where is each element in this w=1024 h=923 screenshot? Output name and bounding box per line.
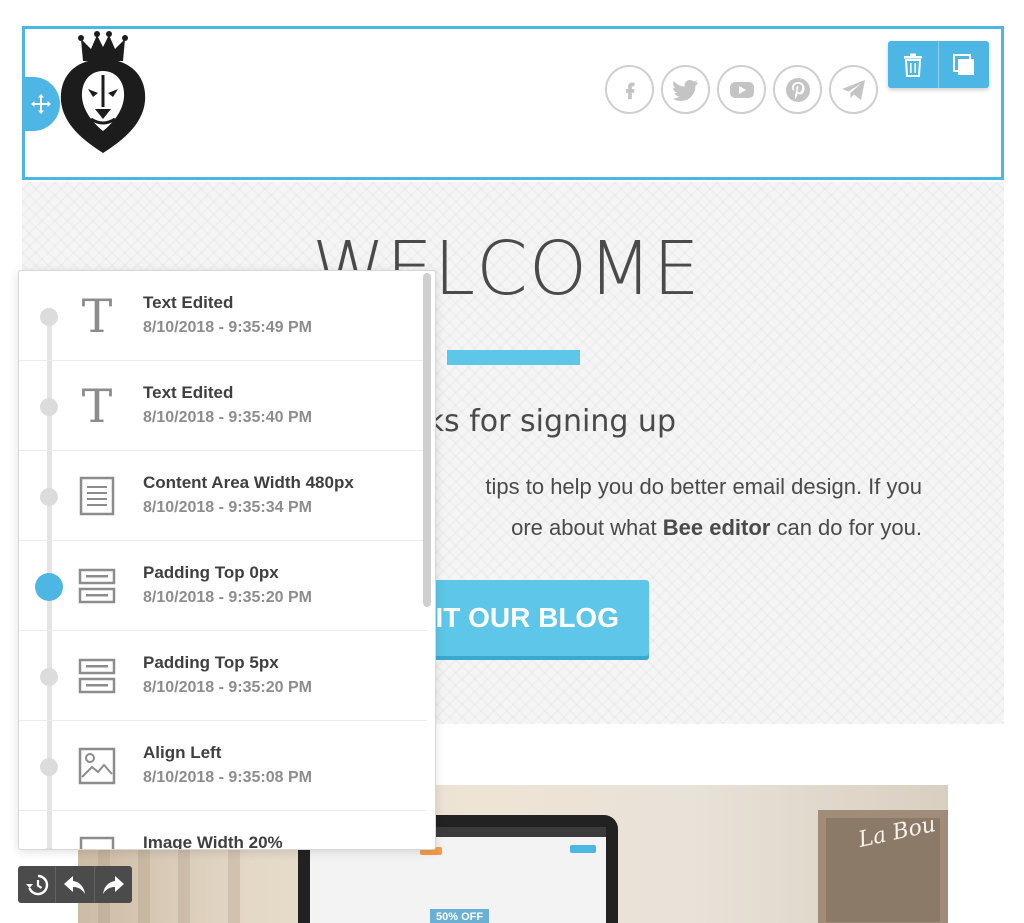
redo-button[interactable] [93, 866, 132, 903]
undo-button[interactable] [55, 866, 93, 903]
history-item[interactable]: T Text Edited 8/10/2018 - 9:35:49 PM [19, 271, 427, 361]
row-actions [888, 41, 989, 88]
lion-logo [60, 31, 146, 153]
text-icon: T [81, 289, 113, 343]
hero-body-prefix: ore about what [511, 515, 663, 540]
facebook-icon[interactable] [605, 65, 654, 114]
history-item-title: Text Edited [143, 383, 234, 402]
screen-offer-text: 50% OFF [430, 909, 490, 923]
history-item-title: Text Edited [143, 293, 234, 312]
history-item-title: Padding Top 5px [143, 653, 279, 672]
image-icon [77, 745, 117, 787]
timeline-dot [40, 758, 58, 776]
redo-icon [103, 875, 125, 894]
padding-icon [77, 655, 117, 697]
timeline-dot [40, 488, 58, 506]
hero-divider [447, 350, 580, 365]
history-item-time: 8/10/2018 - 9:35:40 PM [143, 409, 312, 426]
padding-icon [77, 565, 117, 607]
twitter-icon[interactable] [661, 65, 710, 114]
history-item-title: Image Width 20% [143, 833, 283, 850]
history-toolbar [18, 866, 132, 903]
history-item-time: 8/10/2018 - 9:35:34 PM [143, 499, 312, 516]
timeline-dot [40, 668, 58, 686]
duplicate-icon [953, 53, 974, 75]
timeline-dot-active [35, 573, 63, 601]
hero-body-bold: Bee editor [662, 515, 771, 540]
history-item-title: Padding Top 0px [143, 563, 279, 582]
history-item-time: 8/10/2018 - 9:35:20 PM [143, 679, 312, 696]
history-panel: T Text Edited 8/10/2018 - 9:35:49 PM T T… [18, 270, 436, 850]
social-icons [605, 65, 878, 114]
email-editor-canvas: WELCOME ks for signing up tips to help y… [0, 0, 1024, 923]
history-item[interactable]: Content Area Width 480px 8/10/2018 - 9:3… [19, 451, 427, 541]
timeline-dot [40, 848, 58, 849]
history-item[interactable]: Align Left 8/10/2018 - 9:35:08 PM [19, 721, 427, 811]
youtube-icon[interactable] [717, 65, 766, 114]
hero-body-suffix: can do for you. [770, 515, 922, 540]
history-scrollbar[interactable] [423, 273, 431, 607]
history-item-title: Content Area Width 480px [143, 473, 354, 492]
history-item-time: 8/10/2018 - 9:35:49 PM [143, 319, 312, 336]
telegram-icon[interactable] [829, 65, 878, 114]
document-icon [77, 475, 117, 517]
timeline-dot [40, 308, 58, 326]
history-item[interactable]: Padding Top 5px 8/10/2018 - 9:35:20 PM [19, 631, 427, 721]
history-icon [25, 874, 48, 895]
history-item[interactable]: T Text Edited 8/10/2018 - 9:35:40 PM [19, 361, 427, 451]
history-item-time: 8/10/2018 - 9:35:20 PM [143, 589, 312, 606]
duplicate-button[interactable] [938, 41, 989, 88]
document-icon [77, 835, 117, 849]
trash-icon [904, 53, 922, 77]
history-item[interactable]: Image Width 20% [19, 811, 427, 850]
history-item-title: Align Left [143, 743, 222, 762]
text-icon: T [81, 379, 113, 433]
header-row-selected[interactable] [22, 26, 1004, 180]
history-button[interactable] [18, 866, 55, 903]
history-item-active[interactable]: Padding Top 0px 8/10/2018 - 9:35:20 PM [19, 541, 427, 631]
pinterest-icon[interactable] [773, 65, 822, 114]
screen-save-button [570, 845, 596, 853]
delete-button[interactable] [888, 41, 938, 88]
timeline-dot [40, 398, 58, 416]
move-icon [31, 94, 51, 114]
history-item-time: 8/10/2018 - 9:35:08 PM [143, 769, 312, 786]
undo-icon [63, 875, 85, 894]
